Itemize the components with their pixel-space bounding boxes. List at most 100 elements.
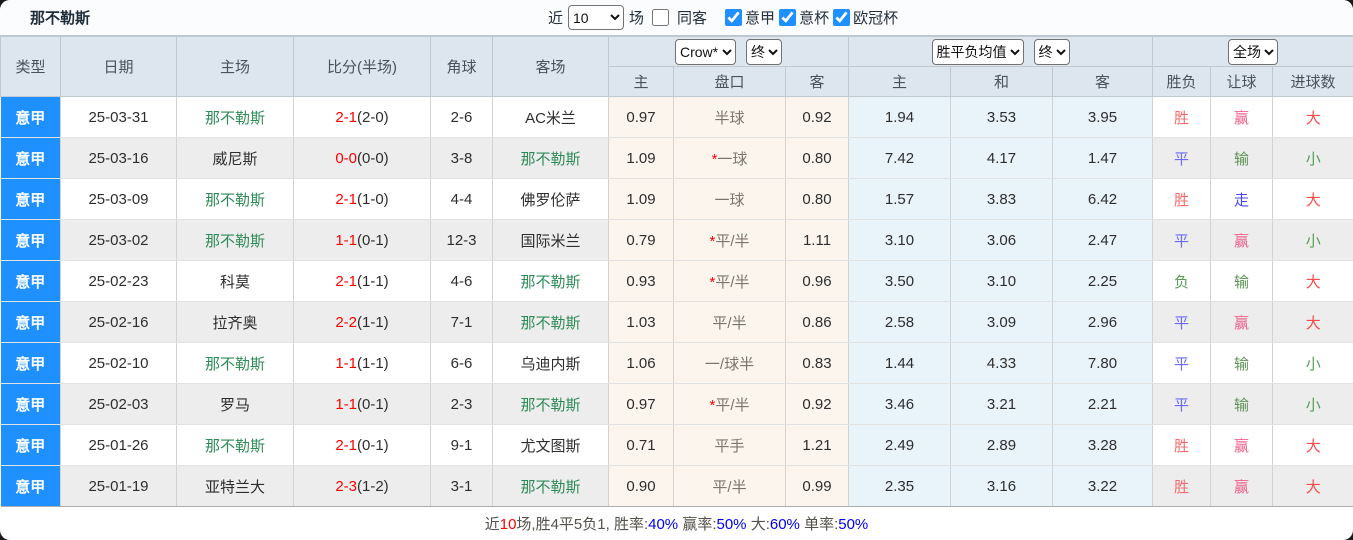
subcol-goals: 进球数: [1272, 66, 1353, 97]
summary-text: 近10场,胜4平5负1, 胜率:40% 赢率:50% 大:60% 单率:50%: [485, 513, 869, 534]
cell-avg-home: 1.94: [848, 96, 951, 138]
cell-corners: 12-3: [430, 219, 493, 261]
cell-away-team: 国际米兰: [492, 219, 609, 261]
cell-handicap-result: 赢: [1210, 219, 1274, 261]
cell-handicap-result: 赢: [1210, 465, 1274, 507]
league-ucl-label: 欧冠杯: [853, 10, 899, 27]
cell-date: 25-02-23: [60, 260, 177, 302]
cell-avg-home: 2.49: [848, 424, 951, 466]
halftime-score: (2-0): [357, 108, 389, 126]
cell-home-team: 拉齐奥: [176, 301, 294, 343]
cell-avg-home: 2.35: [848, 465, 951, 507]
halftime-score: (0-1): [357, 231, 389, 249]
halftime-score: (0-1): [357, 436, 389, 454]
cell-home-odds: 0.71: [608, 424, 674, 466]
summary-part: 50%: [716, 516, 747, 533]
cell-avg-draw: 3.21: [950, 383, 1053, 425]
cell-corners: 2-3: [430, 383, 493, 425]
cell-handicap: 平/半: [673, 465, 786, 507]
cell-goals: 大: [1272, 260, 1353, 302]
cell-home-odds: 0.97: [608, 96, 674, 138]
bookmaker-time-select[interactable]: 终: [746, 38, 782, 65]
cell-handicap-result: 输: [1210, 137, 1274, 179]
match-table-body: 意甲 25-03-31 那不勒斯 2-1(2-0) 2-6 AC米兰 0.97 半球 0.92 1…: [0, 96, 1353, 507]
avg-odds-select[interactable]: 胜平负均值: [931, 38, 1024, 65]
cell-avg-away: 2.47: [1052, 219, 1154, 261]
cell-goals: 小: [1272, 383, 1353, 425]
halftime-score: (0-1): [357, 395, 389, 413]
bookmaker-select[interactable]: Crow*: [675, 38, 736, 65]
same-away-checkbox[interactable]: [652, 9, 670, 26]
cell-result: 胜: [1152, 465, 1212, 507]
cell-score: 2-1(1-0): [293, 178, 431, 220]
cell-league: 意甲: [0, 424, 61, 466]
subcol-result: 胜负: [1152, 66, 1212, 97]
cell-away-team: 那不勒斯: [492, 465, 609, 507]
table-row: 意甲 25-03-31 那不勒斯 2-1(2-0) 2-6 AC米兰 0.97 半球 0.92 1…: [0, 96, 1353, 138]
cell-away-team: AC米兰: [492, 96, 609, 138]
cell-date: 25-01-19: [60, 465, 177, 507]
fulltime-score: 1-1: [335, 395, 357, 413]
cell-home-odds: 1.09: [608, 178, 674, 220]
cell-result: 胜: [1152, 96, 1212, 138]
cell-home-team: 那不勒斯: [176, 178, 294, 220]
cell-handicap: *平/半: [673, 219, 786, 261]
cell-score: 2-1(0-1): [293, 424, 431, 466]
cell-home-team: 那不勒斯: [176, 424, 294, 466]
table-row: 意甲 25-03-16 威尼斯 0-0(0-0) 3-8 那不勒斯 1.09 *一球 0.80 7…: [0, 137, 1353, 179]
cell-avg-draw: 2.89: [950, 424, 1053, 466]
cell-date: 25-03-02: [60, 219, 177, 261]
fulltime-score: 2-1: [335, 190, 357, 208]
cell-away-odds: 0.96: [785, 260, 849, 302]
cell-avg-away: 1.47: [1052, 137, 1154, 179]
cell-date: 25-02-10: [60, 342, 177, 384]
table-row: 意甲 25-01-19 亚特兰大 2-3(1-2) 3-1 那不勒斯 0.90 平/半 0.99…: [0, 465, 1353, 507]
fulltime-score: 2-2: [335, 313, 357, 331]
filter-controls: 近 10 场 同客 意甲 意杯 欧冠杯: [543, 0, 899, 35]
cell-goals: 小: [1272, 342, 1353, 384]
cell-handicap: *平/半: [673, 383, 786, 425]
summary-part: 赢率:: [678, 516, 717, 533]
fulltime-score: 0-0: [335, 149, 357, 167]
fulltime-score: 1-1: [335, 231, 357, 249]
cell-date: 25-02-16: [60, 301, 177, 343]
league-serie-a-checkbox[interactable]: [725, 9, 743, 26]
fulltime-score: 2-1: [335, 272, 357, 290]
cell-handicap: 一球: [673, 178, 786, 220]
cell-avg-away: 3.22: [1052, 465, 1154, 507]
cell-league: 意甲: [0, 96, 61, 138]
summary-part: 50%: [838, 516, 869, 533]
cell-handicap-result: 赢: [1210, 301, 1274, 343]
league-coppa-italia-checkbox[interactable]: [779, 9, 797, 26]
cell-avg-home: 2.58: [848, 301, 951, 343]
cell-avg-home: 7.42: [848, 137, 951, 179]
league-serie-a-label: 意甲: [745, 10, 776, 27]
league-coppa-italia-label: 意杯: [799, 10, 830, 27]
cell-away-odds: 0.92: [785, 383, 849, 425]
cell-avg-away: 2.25: [1052, 260, 1154, 302]
cell-goals: 小: [1272, 219, 1353, 261]
cell-score: 2-1(1-1): [293, 260, 431, 302]
table-row: 意甲 25-01-26 那不勒斯 2-1(0-1) 9-1 尤文图斯 0.71 平手 1.21 2…: [0, 424, 1353, 466]
summary-part: 10: [499, 516, 517, 533]
table-row: 意甲 25-02-03 罗马 1-1(0-1) 2-3 那不勒斯 0.97 *平/半 0.92 3…: [0, 383, 1353, 425]
cell-away-team: 佛罗伦萨: [492, 178, 609, 220]
cell-home-team: 那不勒斯: [176, 219, 294, 261]
cell-away-odds: 0.86: [785, 301, 849, 343]
avg-time-select[interactable]: 终: [1033, 38, 1070, 65]
fulltime-score: 1-1: [335, 354, 357, 372]
fulltime-score: 2-1: [335, 108, 357, 126]
halftime-score: (1-1): [357, 354, 389, 372]
table-row: 意甲 25-02-23 科莫 2-1(1-1) 4-6 那不勒斯 0.93 *平/半 0.96 3…: [0, 260, 1353, 302]
subcol-avg-draw: 和: [950, 66, 1053, 97]
cell-result: 平: [1152, 137, 1212, 179]
cell-avg-draw: 3.83: [950, 178, 1053, 220]
recent-count-select[interactable]: 10: [568, 5, 625, 30]
league-filter-group: 意甲 意杯 欧冠杯: [722, 7, 899, 28]
star-marker: *: [709, 273, 716, 291]
cell-date: 25-01-26: [60, 424, 177, 466]
cell-handicap: 一/球半: [673, 342, 786, 384]
table-row: 意甲 25-02-16 拉齐奥 2-2(1-1) 7-1 那不勒斯 1.03 平/半 0.86 2…: [0, 301, 1353, 343]
scope-select[interactable]: 全场: [1228, 38, 1279, 65]
league-ucl-checkbox[interactable]: [833, 9, 851, 26]
